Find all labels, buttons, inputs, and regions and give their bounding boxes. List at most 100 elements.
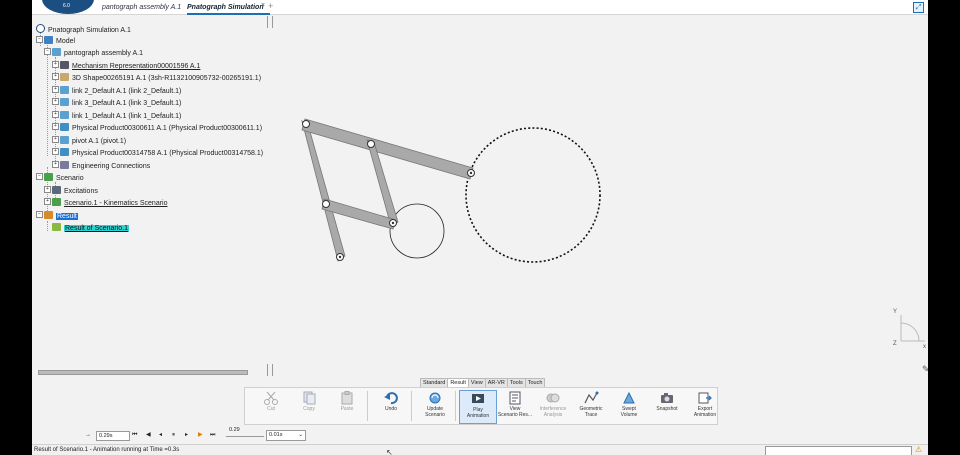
expand-icon[interactable]: + — [52, 73, 59, 80]
export-animation-button[interactable]: Export Animation — [687, 390, 723, 422]
tree-item-label: Physical Product00300611 A.1 (Physical P… — [72, 125, 263, 132]
tree-item-label: Physical Product00314758 A.1 (Physical P… — [72, 150, 264, 157]
swept-volume-icon — [623, 391, 635, 404]
product-icon — [60, 123, 69, 131]
collapse-icon[interactable]: − — [36, 211, 43, 218]
interference-analysis-button[interactable]: Interference Analysis — [535, 390, 571, 422]
tree-item-label: Mechanism Representation00001596 A.1 — [72, 63, 201, 70]
tree-item-3dshape[interactable]: 3D Shape00265191 A.1 (3sh-R1132100905732… — [60, 73, 261, 84]
warning-icon[interactable]: ⚠ — [915, 445, 922, 454]
paste-button[interactable]: Paste — [329, 390, 365, 422]
collapse-icon[interactable]: − — [36, 36, 43, 43]
view-results-icon — [509, 391, 521, 405]
first-frame-button[interactable]: ⏮ — [132, 431, 137, 440]
paste-icon — [341, 391, 353, 405]
tree-item-physical-product-2[interactable]: Physical Product00314758 A.1 (Physical P… — [60, 148, 263, 159]
part-icon — [60, 98, 69, 106]
chevron-down-icon: ⌄ — [298, 432, 303, 438]
camera-icon — [661, 393, 673, 403]
tree-root[interactable]: Pnatograph Simulation A.1 — [36, 24, 131, 35]
tree-assembly-label: pantograph assembly A.1 — [64, 50, 143, 57]
part-icon — [60, 86, 69, 94]
time-slider-value: 0.29 — [229, 427, 240, 433]
expand-icon[interactable]: + — [52, 86, 59, 93]
update-scenario-button[interactable]: Update Scenario — [417, 390, 453, 422]
tree-item-result[interactable]: Result — [44, 211, 78, 222]
play-backward-button[interactable]: ◀ — [146, 431, 151, 440]
tree-result-of-label: Result of Scenario.1 — [64, 225, 130, 232]
tree-item-assembly[interactable]: pantograph assembly A.1 — [52, 48, 143, 59]
update-icon — [429, 392, 441, 404]
tree-item-link2[interactable]: link 2_Default A.1 (link 2_Default.1) — [60, 86, 181, 97]
geometric-trace-icon — [584, 391, 599, 404]
axis-compass[interactable]: Y Z x — [889, 305, 928, 350]
tree-item-scenario[interactable]: Scenario — [44, 173, 84, 184]
expand-icon[interactable]: + — [52, 148, 59, 155]
scenario-icon — [44, 173, 53, 181]
model-icon — [44, 36, 53, 44]
mechanism-icon — [60, 61, 69, 69]
expand-icon[interactable]: + — [52, 123, 59, 130]
tree-item-label: pivot A.1 (pivot.1) — [72, 138, 127, 145]
compass-z-label: Z — [893, 341, 897, 347]
pen-icon[interactable]: ✎ — [922, 364, 928, 375]
tree-item-scenario1[interactable]: Scenario.1 - Kinematics Scenario — [52, 198, 168, 209]
expand-icon[interactable]: + — [52, 161, 59, 168]
undo-icon — [384, 392, 398, 405]
snapshot-button[interactable]: Snapshot — [649, 390, 685, 422]
undo-button[interactable]: Undo — [373, 390, 409, 422]
expand-icon[interactable]: + — [52, 136, 59, 143]
time-slider[interactable] — [226, 436, 264, 437]
expand-icon[interactable]: + — [52, 98, 59, 105]
step-forward-button[interactable]: ▸ — [185, 431, 188, 440]
play-forward-button[interactable]: ▶ — [198, 431, 203, 440]
timeline-arrow-icon: → — [85, 432, 91, 438]
status-bar: Result of Scenario.1 - Animation running… — [32, 444, 928, 455]
pause-button[interactable]: ⏸ — [172, 431, 175, 440]
geometric-trace-button[interactable]: Geometric Trace — [573, 390, 609, 422]
shape-icon — [60, 73, 69, 81]
tree-item-label: Engineering Connections — [72, 163, 151, 170]
expand-icon[interactable]: + — [52, 111, 59, 118]
command-input[interactable] — [765, 446, 912, 455]
tree-item-physical-product-1[interactable]: Physical Product00300611 A.1 (Physical P… — [60, 123, 262, 134]
export-animation-icon — [698, 392, 712, 404]
copy-icon — [303, 391, 316, 405]
tree-item-mechanism[interactable]: Mechanism Representation00001596 A.1 — [60, 61, 200, 72]
copy-button[interactable]: Copy — [291, 390, 327, 422]
kinematics-scenario-icon — [52, 198, 61, 206]
tree-item-label: link 2_Default A.1 (link 2_Default.1) — [72, 88, 182, 95]
horizontal-scrollbar[interactable] — [38, 370, 248, 375]
expand-icon[interactable]: + — [44, 198, 51, 205]
tree-item-engineering-connections[interactable]: Engineering Connections — [60, 161, 150, 172]
step-backward-button[interactable]: ◂ — [159, 431, 162, 440]
expand-icon[interactable]: + — [44, 186, 51, 193]
play-animation-button[interactable]: Play Animation — [459, 390, 497, 424]
time-step-select[interactable]: 0.01s ⌄ — [266, 430, 306, 441]
time-input[interactable]: 0.29s — [96, 431, 130, 441]
tree-item-model[interactable]: Model — [44, 36, 75, 47]
pivot-circle — [389, 203, 445, 259]
collapse-icon[interactable]: − — [36, 173, 43, 180]
tree-scenario-label: Scenario — [56, 175, 84, 182]
view-scenario-results-button[interactable]: View Scenario Res... — [497, 390, 533, 422]
cut-button[interactable]: Cut — [253, 390, 289, 422]
tree-item-link3[interactable]: link 3_Default A.1 (link 3_Default.1) — [60, 98, 181, 109]
tree-item-pivot[interactable]: pivot A.1 (pivot.1) — [60, 136, 126, 147]
panel-splitter-handle[interactable] — [267, 364, 273, 376]
last-frame-button[interactable]: ⏭ — [210, 431, 215, 440]
play-animation-icon — [472, 394, 484, 403]
tree-item-link1[interactable]: link 1_Default A.1 (link 1_Default.1) — [60, 111, 181, 122]
collapse-icon[interactable]: − — [44, 48, 51, 55]
part-icon — [60, 111, 69, 119]
assembly-icon — [52, 48, 61, 56]
swept-volume-button[interactable]: Swept Volume — [611, 390, 647, 422]
tree-item-excitations[interactable]: Excitations — [52, 186, 98, 197]
tree-model-label: Model — [56, 38, 76, 45]
application-window: 6.0 pantograph assembly A.1 Pnatograph S… — [32, 0, 928, 455]
tree-item-result-of-scenario[interactable]: Result of Scenario.1 — [52, 223, 130, 234]
compass-x-label: x — [923, 344, 926, 350]
expand-icon[interactable]: + — [52, 61, 59, 68]
tree-root-label: Pnatograph Simulation A.1 — [48, 27, 131, 34]
action-bar: Cut Copy Paste Undo Update Scenario Play A… — [244, 387, 718, 425]
